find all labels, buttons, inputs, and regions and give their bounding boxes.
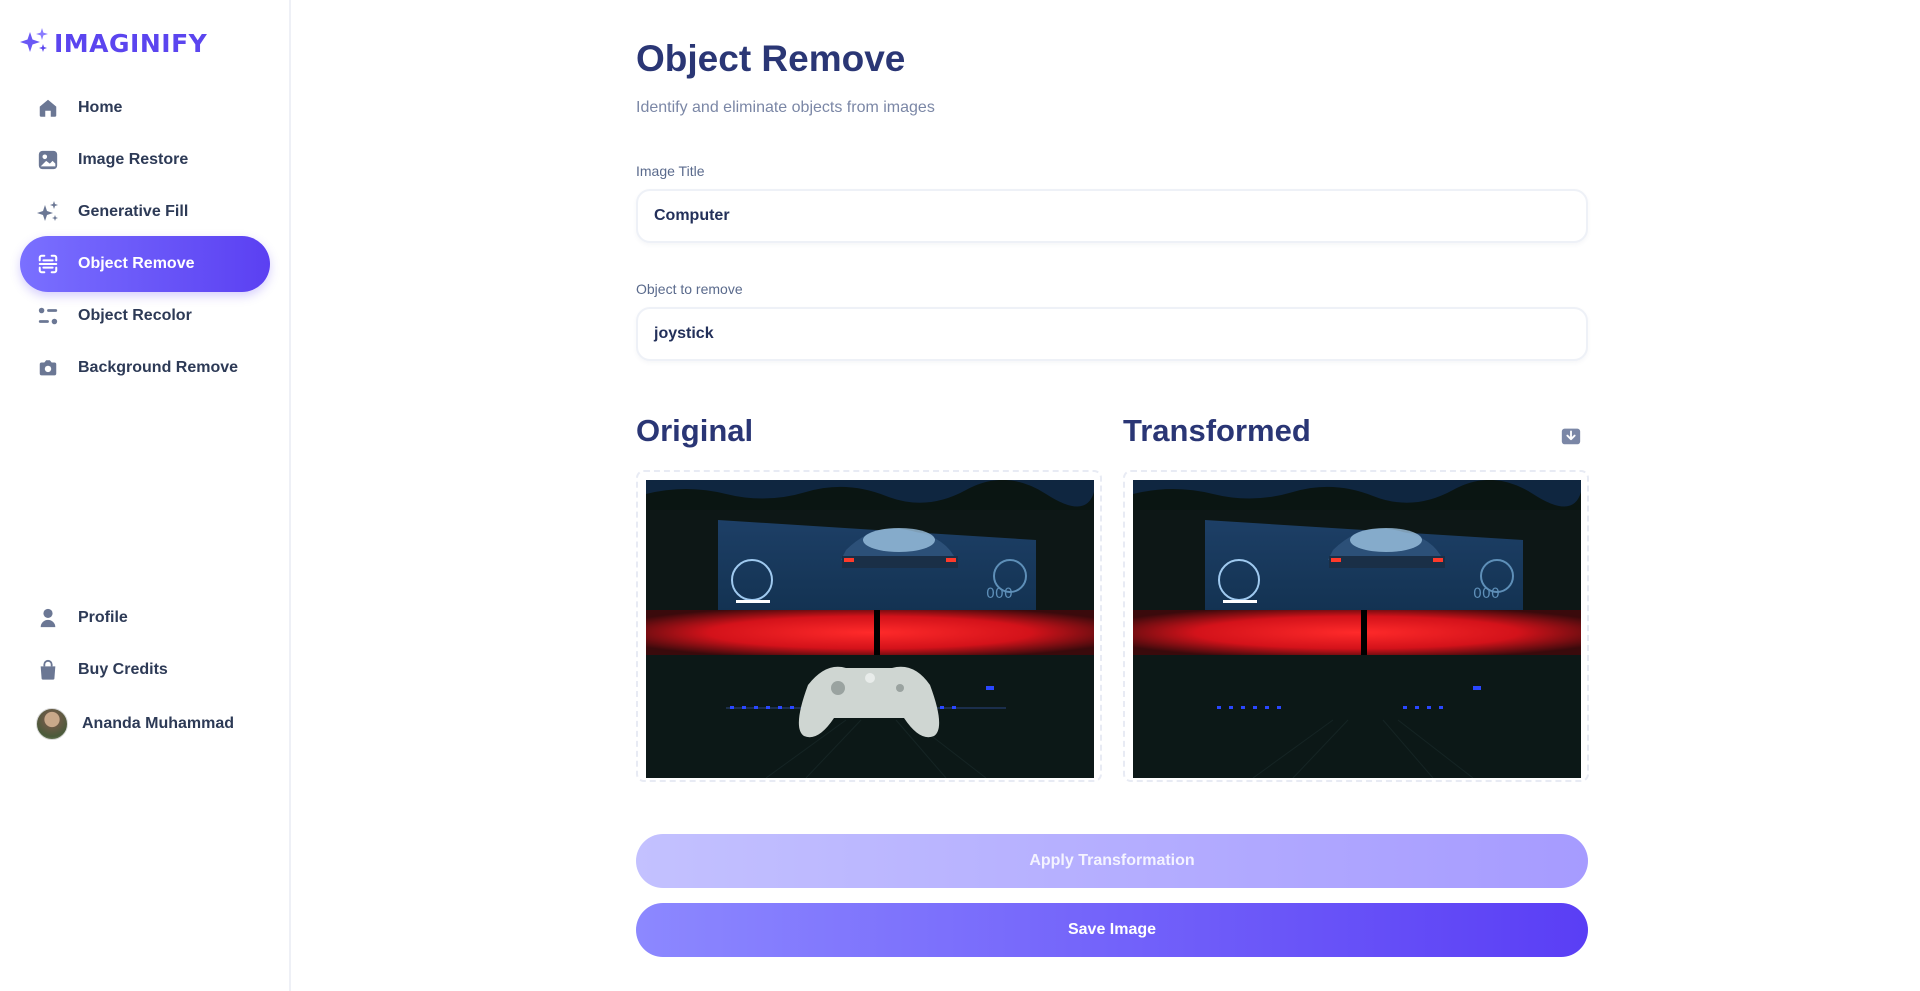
sidebar-item-buy-credits[interactable]: Buy Credits [20, 642, 270, 698]
sidebar-item-home[interactable]: Home [20, 80, 270, 136]
original-heading: Original [636, 413, 754, 448]
object-to-remove-label: Object to remove [636, 281, 743, 297]
sidebar-item-label: Background Remove [78, 359, 239, 376]
original-image: 000 [646, 480, 1094, 778]
sidebar-item-object-remove[interactable]: Object Remove [20, 236, 270, 292]
sidebar-item-object-recolor[interactable]: Object Recolor [20, 288, 270, 344]
transformed-image-card[interactable]: 000 [1123, 470, 1589, 782]
sidebar-item-label: Profile [78, 609, 128, 626]
original-image-card[interactable]: 000 [636, 470, 1102, 782]
sidebar-item-label: Buy Credits [78, 661, 168, 678]
sidebar-item-image-restore[interactable]: Image Restore [20, 132, 270, 188]
bag-icon [36, 658, 60, 682]
svg-text:000: 000 [986, 586, 1013, 602]
sidebar-item-label: Object Recolor [78, 307, 192, 324]
avatar [36, 708, 68, 740]
page-title: Object Remove [636, 38, 906, 79]
sidebar-item-background-remove[interactable]: Background Remove [20, 340, 270, 396]
download-icon[interactable] [1560, 425, 1584, 449]
filter-icon [36, 304, 60, 328]
user-profile-button[interactable]: Ananda Muhammad [20, 696, 270, 752]
image-title-input[interactable]: Computer [636, 189, 1588, 243]
sidebar-item-generative-fill[interactable]: Generative Fill [20, 184, 270, 240]
object-to-remove-input[interactable]: joystick [636, 307, 1588, 361]
sidebar-item-label: Image Restore [78, 151, 189, 168]
svg-text:000: 000 [1473, 586, 1500, 602]
apply-transformation-button[interactable]: Apply Transformation [636, 834, 1588, 888]
sidebar-item-label: Object Remove [78, 255, 195, 272]
sidebar-item-label: Home [78, 99, 123, 116]
sidebar-item-profile[interactable]: Profile [20, 590, 270, 646]
page-subtitle: Identify and eliminate objects from imag… [636, 99, 935, 116]
sparkle-logo-icon [20, 26, 50, 61]
user-icon [36, 606, 60, 630]
app-logo[interactable]: IMAGINIFY [20, 26, 208, 61]
transformed-image: 000 [1133, 480, 1581, 778]
image-icon [36, 148, 60, 172]
sparkles-icon [36, 200, 60, 224]
home-icon [36, 96, 60, 120]
sidebar-item-label: Generative Fill [78, 203, 189, 220]
app-name: IMAGINIFY [54, 28, 208, 58]
image-title-label: Image Title [636, 163, 705, 179]
transformed-heading: Transformed [1123, 413, 1311, 448]
scan-icon [36, 252, 60, 276]
user-name: Ananda Muhammad [82, 715, 235, 732]
sidebar: IMAGINIFY Home Image Restore Generative … [0, 0, 291, 991]
save-image-button[interactable]: Save Image [636, 903, 1588, 957]
camera-icon [36, 356, 60, 380]
